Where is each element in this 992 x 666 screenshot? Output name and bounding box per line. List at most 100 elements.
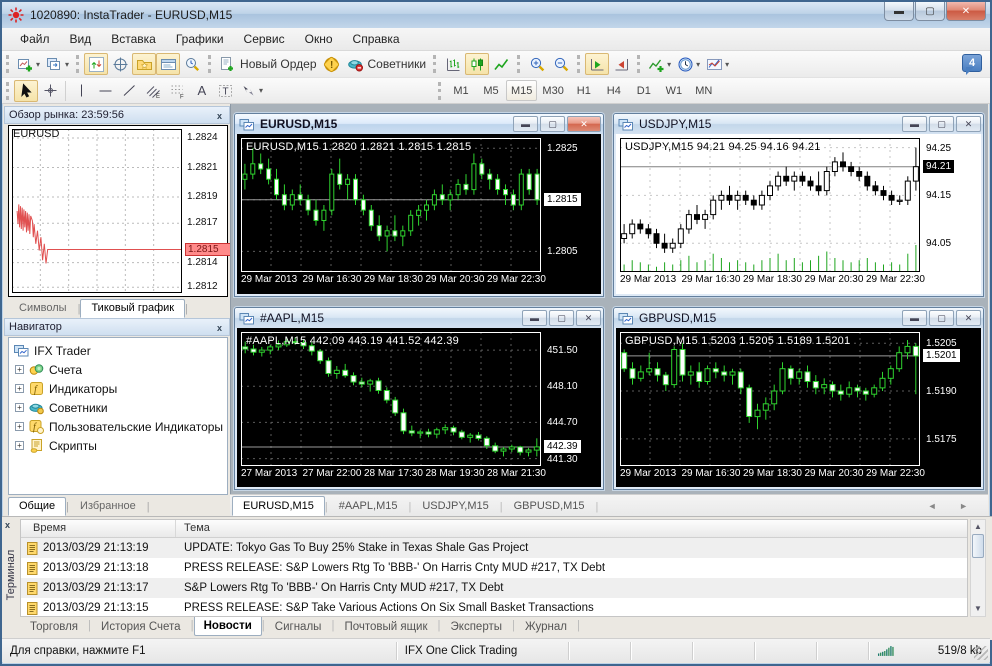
terminal-tab-торговля[interactable]: Торговля (20, 617, 88, 637)
profiles-dropdown-icon[interactable]: ▾ (65, 60, 69, 69)
nav-item-пользовательские-индикаторы[interactable]: + f Пользовательские Индикаторы (13, 417, 227, 436)
toolbar-grip[interactable] (76, 55, 81, 73)
maximize-button[interactable]: ▢ (915, 2, 945, 21)
experts-button[interactable]: Советники (344, 53, 430, 75)
news-row[interactable]: 2013/03/29 21:13:18 PRESS RELEASE: S&P Lo… (21, 558, 967, 578)
indicators-dropdown-icon[interactable]: ▾ (667, 60, 671, 69)
timeframe-w1[interactable]: W1 (659, 80, 689, 101)
indicators-button[interactable]: ▾ (645, 53, 674, 75)
chart-close-button[interactable]: ✕ (576, 310, 601, 326)
chart-window-titlebar[interactable]: EURUSD,M15 ▬ ▢ ✕ (235, 114, 603, 134)
templates-dropdown-icon[interactable]: ▾ (725, 60, 729, 69)
arrows-tool-button[interactable]: ▾ (237, 80, 266, 102)
trendline-tool-button[interactable] (117, 80, 141, 102)
bar-chart-button[interactable] (441, 53, 465, 75)
profiles-button[interactable]: ▾ (43, 53, 72, 75)
tick-chart[interactable]: EURUSD 1.2824 1.2821 1.2819 1.2817 1.2814 1.28… (8, 125, 231, 297)
toolbar-grip[interactable] (433, 55, 438, 73)
chart-shift-button[interactable] (609, 53, 633, 75)
market-watch-close-icon[interactable]: x (213, 109, 226, 122)
tree-expand-icon[interactable]: + (15, 403, 24, 412)
chart-plot-area[interactable]: GBPUSD,M15 1.5203 1.5205 1.5189 1.5201 1.… (616, 328, 981, 487)
chart-plot-area[interactable]: #AAPL,M15 442.09 443.19 441.52 442.39 451… (237, 328, 601, 487)
terminal-tab-эксперты[interactable]: Эксперты (441, 617, 512, 637)
line-chart-button[interactable] (489, 53, 513, 75)
timeframe-m30[interactable]: M30 (537, 80, 568, 101)
new-chart-button[interactable]: ▾ (14, 53, 43, 75)
terminal-button[interactable] (156, 53, 181, 75)
market-watch-tab-тиковый-график[interactable]: Тиковый график (80, 299, 186, 318)
news-row[interactable]: 2013/03/29 21:13:15 PRESS RELEASE: S&P Ta… (21, 598, 967, 616)
chart-minimize-button[interactable]: ▬ (902, 116, 927, 132)
timeframe-m5[interactable]: M5 (476, 80, 506, 101)
label-tool-button[interactable]: T (213, 80, 237, 102)
templates-button[interactable]: ▾ (703, 53, 732, 75)
close-button[interactable]: ✕ (946, 2, 986, 21)
tree-expand-icon[interactable]: + (15, 422, 24, 431)
resize-grip[interactable] (974, 646, 988, 660)
chart-tab-aaplm15[interactable]: #AAPL,M15 (328, 496, 409, 516)
toolbar-grip[interactable] (208, 55, 213, 73)
vline-tool-button[interactable] (69, 80, 93, 102)
chart-tab-usdjpym15[interactable]: USDJPY,M15 (411, 496, 499, 516)
news-column-time[interactable]: Время (21, 520, 176, 537)
chart-close-button[interactable]: ✕ (956, 310, 981, 326)
menu-вставка[interactable]: Вставка (101, 29, 166, 49)
nav-item-скрипты[interactable]: + Скрипты (13, 436, 227, 455)
chart-plot-area[interactable]: USDJPY,M15 94.21 94.25 94.16 94.21 94.25 9… (616, 134, 981, 294)
news-table-header[interactable]: Время Тема (21, 520, 967, 538)
tree-expand-icon[interactable]: + (15, 441, 24, 450)
navigator-button[interactable] (132, 53, 157, 75)
chart-tab-gbpusdm15[interactable]: GBPUSD,M15 (503, 496, 596, 516)
toolbar-grip[interactable] (637, 55, 642, 73)
chart-close-button[interactable]: ✕ (956, 116, 981, 132)
chart-restore-button[interactable]: ▢ (929, 310, 954, 326)
chart-restore-button[interactable]: ▢ (540, 116, 565, 132)
chart-tab-eurusdm15[interactable]: EURUSD,M15 (232, 496, 325, 516)
auto-scroll-button[interactable] (585, 53, 610, 75)
nav-item-индикаторы[interactable]: + f Индикаторы (13, 379, 227, 398)
market-watch-button[interactable] (84, 53, 109, 75)
strategy-tester-button[interactable] (180, 53, 204, 75)
timeframe-m1[interactable]: M1 (446, 80, 476, 101)
timeframe-h1[interactable]: H1 (569, 80, 599, 101)
toolbar-grip[interactable] (6, 81, 11, 100)
timeframe-m15[interactable]: M15 (506, 80, 538, 101)
terminal-tab-журнал[interactable]: Журнал (515, 617, 577, 637)
channel-tool-button[interactable]: E (141, 80, 165, 102)
chart-restore-button[interactable]: ▢ (549, 310, 574, 326)
chart-window-titlebar[interactable]: GBPUSD,M15 ▬ ▢ ✕ (614, 308, 983, 328)
news-column-topic[interactable]: Тема (176, 520, 967, 537)
terminal-tab-почтовый-ящик[interactable]: Почтовый ящик (334, 617, 437, 637)
toolbar-grip[interactable] (577, 55, 582, 73)
zoom-out-button[interactable] (549, 53, 573, 75)
terminal-close-icon[interactable]: x (5, 520, 17, 532)
menu-вид[interactable]: Вид (60, 29, 102, 49)
menu-окно[interactable]: Окно (295, 29, 343, 49)
nav-item-советники[interactable]: + Советники (13, 398, 227, 417)
tab-scroll-arrows[interactable]: ◄ ► (928, 501, 978, 511)
zoom-in-button[interactable] (525, 53, 549, 75)
new-chart-dropdown-icon[interactable]: ▾ (36, 60, 40, 69)
menu-справка[interactable]: Справка (343, 29, 410, 49)
chart-close-button[interactable]: ✕ (567, 116, 601, 132)
minimize-button[interactable]: ▬ (884, 2, 914, 21)
periods-button[interactable]: ▾ (674, 53, 703, 75)
text-tool-button[interactable]: A (189, 80, 213, 102)
scroll-up-icon[interactable]: ▲ (972, 521, 984, 533)
timeframe-h4[interactable]: H4 (599, 80, 629, 101)
news-scrollbar[interactable]: ▲ ▼ (970, 519, 986, 617)
terminal-tab-история-счета[interactable]: История Счета (91, 617, 191, 637)
status-one-click-trading[interactable]: IFX One Click Trading (397, 641, 569, 660)
scroll-down-icon[interactable]: ▼ (972, 603, 984, 615)
crosshair-tool-button[interactable] (38, 80, 62, 102)
toolbar-grip[interactable] (438, 81, 443, 100)
data-window-button[interactable] (108, 53, 132, 75)
tree-expand-icon[interactable]: + (15, 384, 24, 393)
navigator-tab-избранное[interactable]: Избранное (69, 497, 147, 516)
scroll-thumb[interactable] (972, 534, 984, 558)
chart-minimize-button[interactable]: ▬ (522, 310, 547, 326)
timeframe-mn[interactable]: MN (689, 80, 719, 101)
notifications-badge[interactable]: 4 (962, 54, 982, 75)
toolbar-grip[interactable] (6, 55, 11, 73)
